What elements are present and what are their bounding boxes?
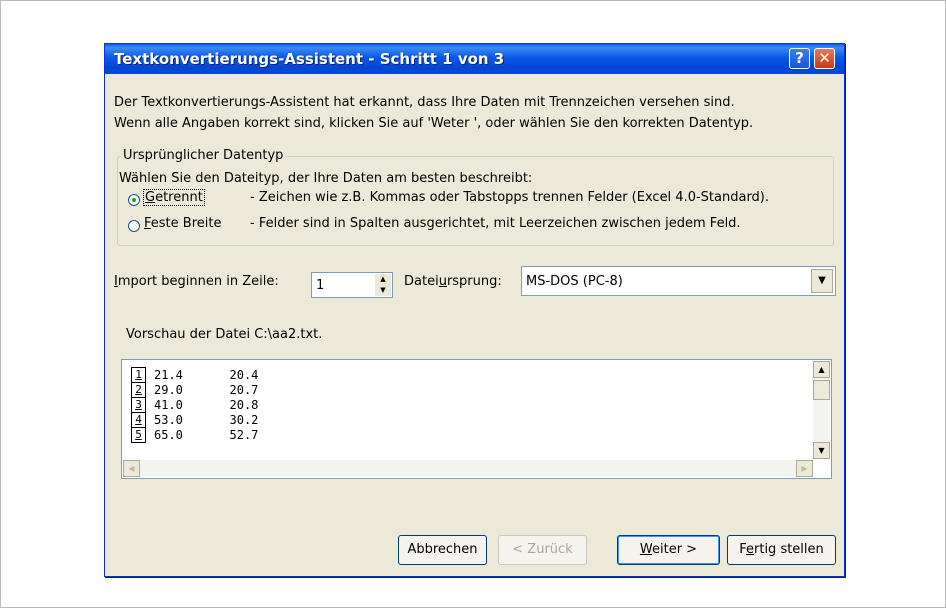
back-button[interactable]: < Zurück [498, 535, 587, 565]
file-origin-value: MS-DOS (PC-8) [526, 274, 623, 289]
row-number[interactable]: 2 [131, 382, 146, 398]
finish-button-text-pre: F [739, 542, 746, 557]
radio-feste-breite[interactable] [128, 220, 140, 232]
cell: 20.7 [229, 382, 259, 397]
cell: 41.0 [154, 397, 183, 412]
scroll-left-icon[interactable]: ◀ [123, 460, 140, 477]
radio-selected-dot [132, 198, 136, 202]
hotkey-u: u [438, 274, 447, 289]
cancel-button[interactable]: Abbrechen [398, 535, 487, 565]
cell: 30.2 [229, 412, 259, 427]
text-import-wizard-dialog: Textkonvertierungs-Assistent - Schritt 1… [104, 43, 845, 577]
finish-button-text-post: rtig stellen [754, 542, 824, 557]
option-getrennt-text: etrennt [155, 190, 203, 205]
row-number[interactable]: 3 [131, 397, 146, 413]
file-origin-label-post: rsprung: [446, 274, 502, 289]
file-origin-label: Dateiursprung: [404, 274, 502, 289]
scroll-right-icon[interactable]: ▶ [796, 460, 813, 477]
spin-down-icon[interactable]: ▼ [375, 285, 391, 296]
title-bar[interactable]: Textkonvertierungs-Assistent - Schritt 1… [105, 44, 844, 74]
cell: 20.4 [229, 367, 259, 382]
table-row: 2 29.0 20.7 [131, 382, 305, 398]
import-start-label-text: mport beginnen in Zeile: [117, 274, 279, 289]
datatype-prompt: Wählen Sie den Dateityp, der Ihre Daten … [119, 171, 533, 186]
horizontal-scrollbar[interactable]: ◀ ▶ [123, 460, 813, 477]
vertical-scrollbar[interactable]: ▲ ▼ [813, 361, 830, 459]
cell: 20.8 [229, 397, 259, 412]
chevron-down-icon[interactable]: ▼ [811, 269, 833, 293]
table-row: 3 41.0 20.8 [131, 397, 305, 413]
next-button[interactable]: Weiter > [617, 535, 720, 565]
option-getrennt-description: - Zeichen wie z.B. Kommas oder Tabstopps… [250, 190, 770, 205]
preview-pane[interactable]: 1 21.4 20.4 2 29.0 20.7 3 41.0 20.8 4 53.0 30.2 … [121, 359, 832, 479]
next-button-text: eiter > [652, 542, 698, 557]
datatype-group-legend: Ursprünglicher Datentyp [121, 148, 286, 163]
import-start-row-stepper[interactable]: 1 ▲ ▼ [311, 272, 393, 298]
cell: 53.0 [154, 412, 183, 427]
cell: 52.7 [229, 427, 259, 442]
close-icon[interactable]: ✕ [814, 48, 835, 69]
dialog-title: Textkonvertierungs-Assistent - Schritt 1… [114, 50, 505, 68]
cell: 29.0 [154, 382, 183, 397]
hotkey-f: F [144, 216, 151, 231]
table-row: 4 53.0 30.2 [131, 412, 305, 428]
help-icon[interactable]: ? [789, 48, 810, 69]
option-feste-breite-label[interactable]: Feste Breite [144, 216, 221, 231]
option-getrennt-label[interactable]: Getrennt [143, 189, 205, 206]
import-start-row-value[interactable]: 1 [316, 278, 324, 293]
file-origin-label-pre: Datei [404, 274, 439, 289]
file-origin-select[interactable]: MS-DOS (PC-8) ▼ [521, 266, 836, 296]
scroll-up-icon[interactable]: ▲ [813, 361, 830, 378]
table-row: 5 65.0 52.7 [131, 427, 305, 443]
cell: 65.0 [154, 427, 183, 442]
table-row: 1 21.4 20.4 [131, 367, 305, 383]
description-line-1: Der Textkonvertierungs-Assistent hat erk… [114, 95, 735, 110]
hotkey-g: G [145, 190, 156, 205]
focus-rectangle: Getrennt [143, 189, 205, 206]
import-start-label: Import beginnen in Zeile: [114, 274, 279, 289]
hotkey-w: W [639, 542, 652, 557]
row-number[interactable]: 4 [131, 412, 146, 428]
option-feste-breite-text: este Breite [150, 216, 222, 231]
row-number[interactable]: 5 [131, 427, 146, 443]
finish-button[interactable]: Fertig stellen [727, 535, 836, 565]
cell: 21.4 [154, 367, 183, 382]
vertical-scroll-thumb[interactable] [813, 380, 830, 400]
scroll-down-icon[interactable]: ▼ [813, 442, 830, 459]
preview-label: Vorschau der Datei C:\aa2.txt. [126, 327, 323, 342]
spin-up-icon[interactable]: ▲ [375, 274, 391, 285]
preview-table: 1 21.4 20.4 2 29.0 20.7 3 41.0 20.8 4 53.0 30.2 … [131, 367, 305, 443]
option-feste-breite-description: - Felder sind in Spalten ausgerichtet, m… [250, 216, 741, 231]
description-line-2: Wenn alle Angaben korrekt sind, klicken … [114, 116, 754, 131]
hotkey-e: e [746, 542, 754, 557]
radio-getrennt[interactable] [128, 194, 140, 206]
row-number[interactable]: 1 [131, 367, 146, 383]
